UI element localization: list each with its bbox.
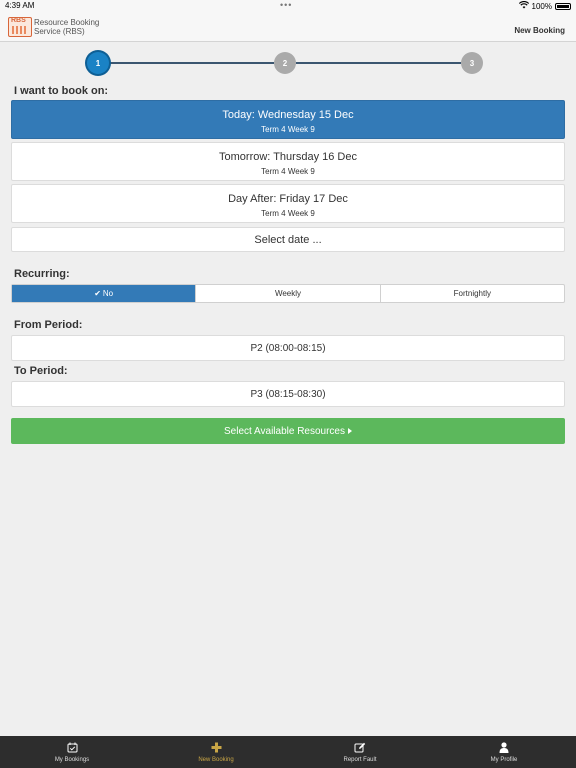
from-period-value: P2 (08:00-08:15) (250, 342, 326, 354)
date-option-today[interactable]: Today: Wednesday 15 Dec Term 4 Week 9 (11, 100, 565, 139)
bottom-tab-bar: My Bookings New Booking Report Fault My … (0, 736, 576, 768)
date-option-sub: Term 4 Week 9 (261, 125, 315, 134)
recurring-weekly-button[interactable]: Weekly (196, 285, 381, 302)
select-resources-label: Select Available Resources (224, 425, 345, 437)
caret-right-icon (348, 428, 352, 434)
booking-stepper: 1 2 3 (0, 52, 576, 74)
step-connector (296, 62, 461, 64)
recurring-weekly-label: Weekly (274, 289, 302, 298)
step-connector (109, 62, 274, 64)
rbs-logo-icon: RBS (8, 17, 32, 37)
logo-abbr: RBS (11, 17, 26, 24)
status-bar: 4:39 AM ••• 100% (0, 0, 576, 12)
date-option-main: Tomorrow: Thursday 16 Dec (219, 151, 357, 163)
from-period-label: From Period: (14, 319, 83, 331)
date-option-sub: Term 4 Week 9 (261, 167, 315, 176)
edit-icon (354, 742, 366, 754)
recurring-fortnightly-label: Fortnightly (453, 289, 491, 298)
step-1: 1 (87, 52, 109, 74)
date-option-main: Today: Wednesday 15 Dec (222, 109, 354, 121)
tab-new-booking[interactable]: New Booking (144, 736, 288, 768)
page-title: New Booking (514, 26, 565, 35)
from-period-select[interactable]: P2 (08:00-08:15) (11, 335, 565, 361)
status-time: 4:39 AM (5, 1, 35, 10)
multitask-dots[interactable]: ••• (280, 0, 292, 10)
tab-label: New Booking (198, 756, 234, 763)
tab-label: My Profile (490, 756, 518, 763)
select-date-button[interactable]: Select date ... (11, 227, 565, 252)
date-option-day-after[interactable]: Day After: Friday 17 Dec Term 4 Week 9 (11, 184, 565, 223)
tab-report-fault[interactable]: Report Fault (288, 736, 432, 768)
tab-label: Report Fault (343, 756, 377, 763)
calendar-check-icon (67, 742, 78, 754)
select-date-label: Select date ... (254, 234, 322, 246)
user-icon (499, 742, 509, 754)
date-option-main: Day After: Friday 17 Dec (228, 193, 348, 205)
recurring-toggle: ✔ No Weekly Fortnightly (11, 284, 565, 303)
app-header: RBS Resource Booking Service (RBS) New B… (0, 12, 576, 42)
tab-my-profile[interactable]: My Profile (432, 736, 576, 768)
status-right: 100% (518, 1, 571, 11)
step-2: 2 (274, 52, 296, 74)
check-icon: ✔ (94, 289, 101, 298)
date-option-sub: Term 4 Week 9 (261, 209, 315, 218)
book-on-label: I want to book on: (14, 85, 109, 97)
battery-icon (555, 2, 571, 10)
wifi-icon (518, 1, 529, 11)
to-period-select[interactable]: P3 (08:15-08:30) (11, 381, 565, 407)
battery-percent: 100% (531, 1, 552, 11)
tab-label: My Bookings (54, 756, 90, 763)
date-option-tomorrow[interactable]: Tomorrow: Thursday 16 Dec Term 4 Week 9 (11, 142, 565, 181)
select-resources-button[interactable]: Select Available Resources (11, 418, 565, 444)
to-period-label: To Period: (14, 365, 68, 377)
recurring-no-button[interactable]: ✔ No (12, 285, 197, 302)
step-3: 3 (461, 52, 483, 74)
to-period-value: P3 (08:15-08:30) (250, 388, 326, 400)
logo-text: Resource Booking Service (RBS) (34, 18, 100, 36)
recurring-no-label: No (102, 289, 114, 298)
plus-icon (211, 742, 222, 754)
recurring-fortnightly-button[interactable]: Fortnightly (381, 285, 564, 302)
tab-my-bookings[interactable]: My Bookings (0, 736, 144, 768)
recurring-label: Recurring: (14, 268, 70, 280)
